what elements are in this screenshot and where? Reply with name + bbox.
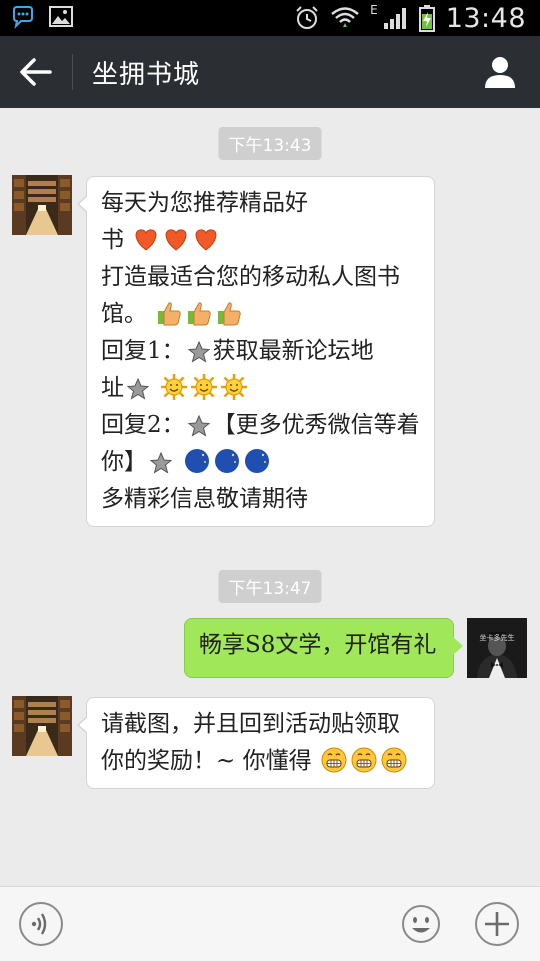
clock: 13:48	[445, 2, 526, 34]
moon-emoji-icon	[185, 449, 210, 473]
message-line: 回复1： 获取最新论坛地	[101, 338, 374, 364]
emoji-icon[interactable]	[398, 901, 444, 947]
message-line: 你的奖励！~ 你懂得	[101, 743, 420, 780]
message-text: 畅享S8文学，开馆有礼	[199, 632, 437, 658]
thumbs-up-emoji-icon	[218, 302, 242, 326]
voice-input-icon[interactable]	[18, 901, 64, 947]
message-timestamp: 下午13:47	[218, 570, 322, 603]
grin-emoji-icon	[381, 747, 407, 773]
chat-input-bar	[0, 886, 540, 961]
message-bubble-incoming[interactable]: 请截图，并且回到活动贴领取 你的奖励！~ 你懂得	[77, 697, 435, 789]
wifi-icon	[331, 7, 359, 27]
image-notification-icon	[49, 6, 73, 27]
message-line: 书	[101, 222, 420, 259]
library-avatar[interactable]	[12, 175, 72, 235]
chat-title: 坐拥书城	[92, 60, 201, 90]
thumbs-up-emoji-icon	[158, 302, 182, 326]
header-divider	[72, 54, 73, 90]
heart-emoji-icon	[165, 229, 187, 251]
alarm-icon	[296, 6, 318, 29]
chat-header: 坐拥书城	[0, 36, 540, 108]
star-emoji-icon	[149, 451, 173, 474]
cell-signal-icon	[383, 8, 406, 29]
message-line: 你】	[101, 444, 420, 481]
grin-emoji-icon	[321, 747, 347, 773]
thumbs-up-emoji-icon	[188, 302, 212, 326]
library-avatar[interactable]	[12, 696, 72, 756]
profile-icon[interactable]	[482, 54, 518, 90]
chat-notification-icon	[13, 6, 33, 30]
heart-emoji-icon	[195, 229, 217, 251]
moon-emoji-icon	[245, 449, 270, 473]
message-line: 多精彩信息敬请期待	[101, 486, 308, 512]
sun-emoji-icon	[161, 374, 188, 400]
network-type-label: E	[370, 3, 378, 17]
gentleman-avatar[interactable]: 坐卡多先生	[467, 618, 527, 678]
message-line: 每天为您推荐精品好	[101, 190, 308, 216]
sun-emoji-icon	[191, 374, 218, 400]
battery-charging-icon	[418, 5, 435, 32]
back-arrow-icon[interactable]	[18, 56, 54, 88]
heart-emoji-icon	[135, 229, 157, 251]
message-bubble-outgoing[interactable]: 畅享S8文学，开馆有礼	[184, 618, 463, 678]
plus-icon[interactable]	[474, 901, 520, 947]
status-bar: E 13:48	[0, 0, 540, 36]
message-timestamp: 下午13:43	[218, 127, 322, 160]
message-line: 址	[101, 370, 420, 407]
sun-emoji-icon	[221, 374, 248, 400]
star-emoji-icon	[187, 340, 210, 363]
star-emoji-icon	[187, 414, 210, 437]
star-emoji-icon	[126, 377, 150, 400]
message-bubble-incoming[interactable]: 每天为您推荐精品好 书 打造最适合您的移动私人图书 馆。 回复1： 获取最新论坛地…	[77, 176, 435, 527]
message-line: 回复2： 【更多优秀微信等着	[101, 412, 420, 438]
message-line: 请截图，并且回到活动贴领取	[101, 711, 400, 737]
message-line: 打造最适合您的移动私人图书	[101, 264, 400, 290]
message-line: 馆。	[101, 296, 420, 333]
grin-emoji-icon	[351, 747, 377, 773]
moon-emoji-icon	[215, 449, 240, 473]
avatar-caption: 坐卡多先生	[479, 634, 515, 642]
